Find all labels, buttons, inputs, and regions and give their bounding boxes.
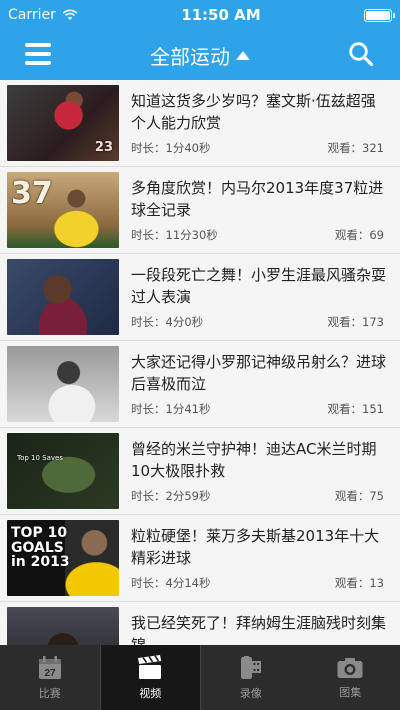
thumb-text: TOP 10 GOALS in 2013 <box>11 525 70 571</box>
video-duration: 时长：2分59秒 <box>131 489 211 503</box>
tab-label: 视频 <box>139 686 162 700</box>
video-item[interactable]: 大家还记得小罗那记神级吊射么？进球后喜极而泣 时长：1分41秒 观看：151 <box>0 341 400 428</box>
tab-label: 图集 <box>339 685 362 699</box>
video-item[interactable]: 一段段死亡之舞！小罗生涯最风骚杂耍过人表演 时长：4分0秒 观看：173 <box>0 254 400 341</box>
video-title: 知道这货多少岁吗？塞文斯·伍兹超强个人能力欣赏 <box>131 92 376 132</box>
video-thumbnail <box>7 346 119 422</box>
video-item[interactable]: Top 10 Saves 曾经的米兰守护神！迪达AC米兰时期10大极限扑救 时长… <box>0 428 400 515</box>
video-thumbnail: Top 10 Saves <box>7 433 119 509</box>
video-title: 一段段死亡之舞！小罗生涯最风骚杂耍过人表演 <box>131 266 386 306</box>
tab-label: 录像 <box>239 686 262 700</box>
tab-recordings[interactable]: 录像 <box>201 645 301 710</box>
category-dropdown[interactable]: 全部运动 <box>150 41 250 70</box>
video-title: 粒粒硬堡！莱万多夫斯基2013年十大精彩进球 <box>131 527 380 567</box>
video-duration: 时长：1分40秒 <box>131 141 211 155</box>
battery-icon <box>364 8 395 22</box>
video-views: 观看：321 <box>327 141 384 155</box>
camera-icon <box>337 657 363 678</box>
video-thumbnail <box>7 259 119 335</box>
menu-icon[interactable] <box>25 43 51 65</box>
video-thumbnail: 37 <box>7 172 119 248</box>
video-title: 多角度欣赏！内马尔2013年度37粒进球全记录 <box>131 179 384 219</box>
video-views: 观看：75 <box>334 489 384 503</box>
tab-matches[interactable]: 27 比赛 <box>0 645 100 710</box>
video-title: 曾经的米兰守护神！迪达AC米兰时期10大极限扑救 <box>131 440 377 480</box>
video-views: 观看：173 <box>327 315 384 329</box>
thumb-text: Top 10 Saves <box>17 454 63 462</box>
video-item[interactable]: TOP 10 GOALS in 2013 粒粒硬堡！莱万多夫斯基2013年十大精… <box>0 515 400 602</box>
tab-label: 比赛 <box>38 686 61 700</box>
thumb-text: 37 <box>11 176 53 211</box>
video-duration: 时长：4分0秒 <box>131 315 204 329</box>
video-title: 大家还记得小罗那记神级吊射么？进球后喜极而泣 <box>131 353 386 393</box>
status-bar: Carrier 11:50 AM <box>0 0 400 30</box>
video-title: 我已经笑死了！拜纳姆生涯脑残时刻集锦 <box>131 614 386 645</box>
video-views: 观看：69 <box>334 228 384 242</box>
tab-bar: 27 比赛 视频 录像 图集 <box>0 645 400 710</box>
video-list: 23 知道这货多少岁吗？塞文斯·伍兹超强个人能力欣赏 时长：1分40秒 观看：3… <box>0 80 400 645</box>
status-time: 11:50 AM <box>181 6 261 24</box>
calendar-icon: 27 <box>38 655 61 679</box>
nav-title: 全部运动 <box>150 44 230 69</box>
video-item[interactable]: 23 知道这货多少岁吗？塞文斯·伍兹超强个人能力欣赏 时长：1分40秒 观看：3… <box>0 80 400 167</box>
video-duration: 时长：11分30秒 <box>131 228 218 242</box>
video-thumbnail: TOP 10 GOALS in 2013 <box>7 520 119 596</box>
calendar-day: 27 <box>44 668 56 679</box>
video-thumbnail: 23 <box>7 85 119 161</box>
wifi-icon <box>62 9 78 20</box>
video-duration: 时长：1分41秒 <box>131 402 211 416</box>
video-duration: 时长：4分14秒 <box>131 576 211 590</box>
tab-videos[interactable]: 视频 <box>99 645 201 710</box>
tab-gallery[interactable]: 图集 <box>301 645 400 710</box>
video-item[interactable]: 37 多角度欣赏！内马尔2013年度37粒进球全记录 时长：11分30秒 观看：… <box>0 167 400 254</box>
video-views: 观看：13 <box>334 576 384 590</box>
video-thumbnail <box>7 607 119 645</box>
video-views: 观看：151 <box>327 402 384 416</box>
search-icon[interactable] <box>348 41 374 67</box>
film-roll-icon <box>240 655 261 679</box>
caret-up-icon <box>236 50 250 60</box>
video-item[interactable]: 我已经笑死了！拜纳姆生涯脑残时刻集锦 <box>0 602 400 645</box>
carrier-label: Carrier <box>8 7 56 23</box>
clapperboard-icon <box>138 654 162 679</box>
nav-bar: 全部运动 <box>0 30 400 80</box>
